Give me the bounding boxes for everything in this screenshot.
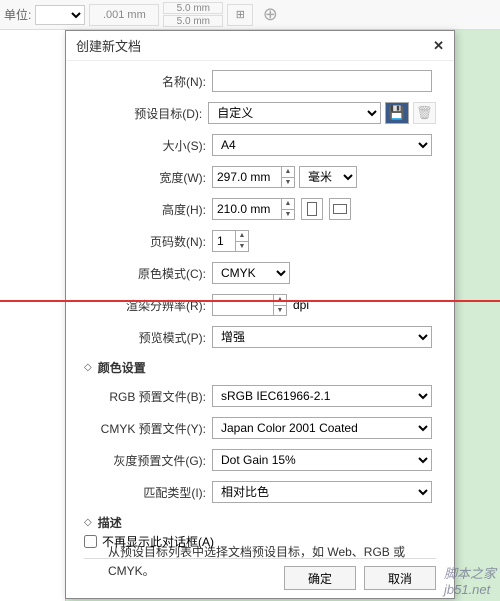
ok-button[interactable]: 确定 xyxy=(284,566,356,590)
dialog-title: 创建新文档 xyxy=(76,36,141,55)
color-section-header: ◇ 颜色设置 xyxy=(84,359,436,376)
size-label: 大小(S): xyxy=(80,137,212,154)
app-toolbar: 单位: .001 mm 5.0 mm 5.0 mm ⊞ ⊕ xyxy=(0,0,500,30)
resolution-unit: dpi xyxy=(293,298,309,312)
rgb-profile-label: RGB 预置文件(B): xyxy=(80,388,212,405)
height-label: 高度(H): xyxy=(80,201,212,218)
gray-profile-label: 灰度预置文件(G): xyxy=(80,452,212,469)
resolution-spinner[interactable]: ▲▼ xyxy=(273,294,287,316)
preset-select[interactable]: 自定义 xyxy=(208,102,381,124)
cmyk-profile-select[interactable]: Japan Color 2001 Coated xyxy=(212,417,432,439)
rgb-profile-select[interactable]: sRGB IEC61966-2.1 xyxy=(212,385,432,407)
precision-display[interactable]: .001 mm xyxy=(89,4,159,26)
cmyk-profile-label: CMYK 预置文件(Y): xyxy=(80,420,212,437)
orientation-landscape[interactable] xyxy=(329,198,351,220)
snap-icon[interactable]: ⊞ xyxy=(227,4,253,26)
collapse-icon[interactable]: ◇ xyxy=(84,362,92,373)
size-select[interactable]: A4 xyxy=(212,134,432,156)
width-unit-select[interactable]: 毫米 xyxy=(299,166,357,188)
nudge-y[interactable]: 5.0 mm xyxy=(163,15,223,27)
preview-label: 预览模式(P): xyxy=(80,329,212,346)
cancel-button[interactable]: 取消 xyxy=(364,566,436,590)
name-label: 名称(N): xyxy=(80,73,212,90)
intent-label: 匹配类型(I): xyxy=(80,484,212,501)
pages-input[interactable] xyxy=(212,230,236,252)
dialog-titlebar: 创建新文档 ✕ xyxy=(66,31,454,61)
preset-label: 预设目标(D): xyxy=(80,105,208,122)
new-document-dialog: 创建新文档 ✕ 名称(N): 预设目标(D): 自定义 💾 🗑 大小(S): A… xyxy=(65,30,455,599)
resolution-label: 渲染分辨率(R): xyxy=(80,297,212,314)
colormode-select[interactable]: CMYK xyxy=(212,262,290,284)
pages-spinner[interactable]: ▲▼ xyxy=(235,230,249,252)
height-input[interactable] xyxy=(212,198,282,220)
dialog-body: 名称(N): 预设目标(D): 自定义 💾 🗑 大小(S): A4 宽度(W):… xyxy=(66,61,454,595)
delete-preset-icon: 🗑 xyxy=(413,102,436,124)
color-section-title: 颜色设置 xyxy=(98,359,146,376)
save-preset-icon[interactable]: 💾 xyxy=(385,102,408,124)
height-spinner[interactable]: ▲▼ xyxy=(281,198,295,220)
close-icon[interactable]: ✕ xyxy=(433,38,444,54)
preview-select[interactable]: 增强 xyxy=(212,326,432,348)
unit-label: 单位: xyxy=(4,6,31,23)
dont-show-checkbox[interactable] xyxy=(84,535,97,548)
name-input[interactable] xyxy=(212,70,432,92)
colormode-label: 原色模式(C): xyxy=(80,265,212,282)
add-icon[interactable]: ⊕ xyxy=(257,4,283,26)
nudge-x[interactable]: 5.0 mm xyxy=(163,2,223,14)
orientation-portrait[interactable] xyxy=(301,198,323,220)
dialog-footer: 不再显示此对话框(A) 确定 取消 xyxy=(66,527,454,598)
width-spinner[interactable]: ▲▼ xyxy=(281,166,295,188)
gray-profile-select[interactable]: Dot Gain 15% xyxy=(212,449,432,471)
width-label: 宽度(W): xyxy=(80,169,212,186)
width-input[interactable] xyxy=(212,166,282,188)
resolution-input[interactable] xyxy=(212,294,274,316)
dont-show-label: 不再显示此对话框(A) xyxy=(102,533,214,550)
pages-label: 页码数(N): xyxy=(80,233,212,250)
unit-select[interactable] xyxy=(35,5,85,25)
intent-select[interactable]: 相对比色 xyxy=(212,481,432,503)
